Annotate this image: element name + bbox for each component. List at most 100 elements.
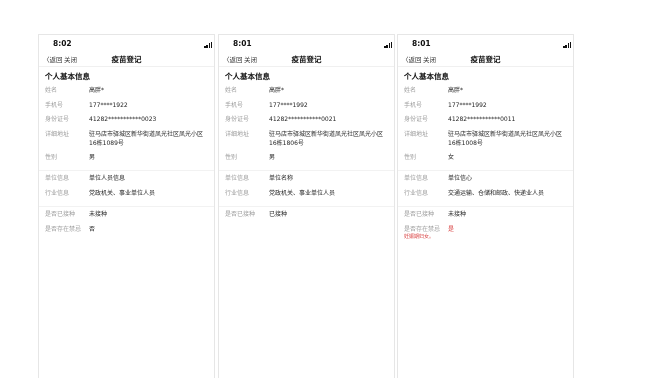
field-phone: 手机号 177****1992: [404, 101, 567, 116]
field-address: 详细地址 驻马店市驿城区新华街道凤光社区凤光小区16栋1089号: [45, 130, 208, 153]
field-name: 姓名 高胖*: [225, 86, 388, 101]
divider: [398, 206, 573, 207]
field-label: 详细地址: [45, 130, 70, 138]
field-label: 是否已接种: [225, 211, 256, 218]
field-vaccinated: 是否已接种 未接种: [45, 210, 208, 225]
field-label: 行业信息: [225, 189, 250, 197]
field-value: 已接种: [269, 211, 288, 218]
field-value: 驻马店市驿城区新华街道凤光社区凤光小区16栋1089号: [89, 130, 204, 147]
field-label: 行业信息: [404, 189, 429, 197]
field-value: 驻马店市驿城区新华街道凤光社区凤光小区16栋1008号: [448, 130, 563, 147]
divider: [398, 170, 573, 171]
field-label: 是否已接种: [404, 211, 435, 218]
status-time: 8:01: [233, 39, 252, 48]
field-value: 单位名称: [269, 175, 294, 182]
field-vaccinated: 是否已接种 未接种: [404, 210, 567, 225]
field-vaccinated: 是否已接种 已接种: [225, 210, 388, 225]
field-label: 姓名: [404, 87, 417, 94]
field-value: 177****1922: [89, 101, 128, 109]
field-label: 身份证号: [45, 116, 70, 123]
field-name: 姓名 高胖*: [45, 86, 208, 101]
field-value: 党政机关、事业单位人员: [269, 189, 336, 197]
field-value: 驻马店市驿城区新华街道凤光社区凤光小区16栋1806号: [269, 130, 384, 147]
field-value: 交通运输、仓储和邮政、快递业人员: [448, 189, 545, 197]
field-value: 177****1992: [448, 101, 487, 109]
field-org: 单位信息 单位信心: [404, 174, 567, 189]
divider: [39, 170, 214, 171]
page-title: 疫苗登记: [470, 55, 501, 64]
nav-bar: 〈返回 关闭 疫苗登记: [219, 51, 394, 67]
field-label: 手机号: [404, 101, 423, 109]
field-industry: 行业信息 党政机关、事业单位人员: [225, 189, 388, 204]
field-address: 详细地址 驻马店市驿城区新华街道凤光社区凤光小区16栋1008号: [404, 130, 567, 153]
field-label: 性别: [45, 153, 58, 161]
field-value: 党政机关、事业单位人员: [89, 189, 156, 197]
status-time: 8:01: [412, 39, 431, 48]
field-label: 身份证号: [404, 116, 429, 123]
section-title: 个人基本信息: [45, 72, 90, 81]
field-value: 41282***********0021: [269, 116, 337, 123]
field-value: 41282***********0023: [89, 116, 157, 123]
phone-screen-2: 8:01 〈返回 关闭 疫苗登记 个人基本信息 姓名 高胖* 手机号 177**…: [218, 34, 395, 378]
field-value: 未接种: [89, 211, 108, 218]
divider: [39, 206, 214, 207]
field-gender: 性别 男: [225, 153, 388, 168]
field-value: 高胖*: [448, 87, 464, 94]
field-label: 单位信息: [404, 175, 429, 182]
page-title: 疫苗登记: [111, 55, 142, 64]
field-value: 男: [269, 153, 276, 161]
field-industry: 行业信息 交通运输、仓储和邮政、快递业人员: [404, 189, 567, 204]
status-bar: 8:01: [398, 35, 573, 51]
field-label: 姓名: [45, 87, 58, 94]
field-label: 行业信息: [45, 189, 70, 197]
phone-screen-3: 8:01 〈返回 关闭 疫苗登记 个人基本信息 姓名 高胖* 手机号 177**…: [397, 34, 574, 378]
field-value: 高胖*: [269, 87, 285, 94]
field-label: 手机号: [225, 101, 244, 109]
field-org: 单位信息 单位名称: [225, 174, 388, 189]
field-label: 是否已接种: [45, 211, 76, 218]
field-taboo: 是否存在禁忌 否: [45, 225, 208, 240]
section-title: 个人基本信息: [225, 72, 270, 81]
divider: [219, 206, 394, 207]
field-value: 否: [89, 225, 96, 233]
field-name: 姓名 高胖*: [404, 86, 567, 101]
field-phone: 手机号 177****1992: [225, 101, 388, 116]
field-value: 单位信心: [448, 175, 473, 182]
field-label: 详细地址: [225, 130, 250, 138]
status-bar: 8:01: [219, 35, 394, 51]
field-gender: 性别 女: [404, 153, 567, 168]
field-value: 41282***********0011: [448, 116, 516, 123]
field-value: 单位人员信息: [89, 175, 126, 182]
status-time: 8:02: [53, 39, 72, 48]
field-value: 是: [448, 225, 455, 233]
field-label: 单位信息: [225, 175, 250, 182]
field-label: 详细地址: [404, 130, 429, 138]
field-value: 177****1992: [269, 101, 308, 109]
field-phone: 手机号 177****1922: [45, 101, 208, 116]
nav-bar: 〈返回 关闭 疫苗登记: [398, 51, 573, 67]
field-industry: 行业信息 党政机关、事业单位人员: [45, 189, 208, 204]
field-label: 手机号: [45, 101, 64, 109]
divider: [219, 170, 394, 171]
field-label: 性别: [404, 153, 417, 161]
field-value: 男: [89, 153, 96, 161]
field-gender: 性别 男: [45, 153, 208, 168]
field-label: 姓名: [225, 87, 238, 94]
field-label: 性别: [225, 153, 238, 161]
section-title: 个人基本信息: [404, 72, 449, 81]
field-value: 女: [448, 153, 455, 161]
status-bar: 8:02: [39, 35, 214, 51]
phone-screen-1: 8:02 〈返回 关闭 疫苗登记 个人基本信息 姓名 高胖* 手机号 177**…: [38, 34, 215, 378]
field-org: 单位信息 单位人员信息: [45, 174, 208, 189]
field-label: 身份证号: [225, 116, 250, 123]
field-address: 详细地址 驻马店市驿城区新华街道凤光社区凤光小区16栋1806号: [225, 130, 388, 153]
field-id: 身份证号 41282***********0011: [404, 115, 567, 130]
nav-bar: 〈返回 关闭 疫苗登记: [39, 51, 214, 67]
field-value: 未接种: [448, 211, 467, 218]
field-id: 身份证号 41282***********0021: [225, 115, 388, 130]
field-value: 高胖*: [89, 87, 105, 94]
field-label: 是否存在禁忌: [45, 225, 82, 233]
field-id: 身份证号 41282***********0023: [45, 115, 208, 130]
field-label: 单位信息: [45, 175, 70, 182]
page-title: 疫苗登记: [291, 55, 322, 64]
